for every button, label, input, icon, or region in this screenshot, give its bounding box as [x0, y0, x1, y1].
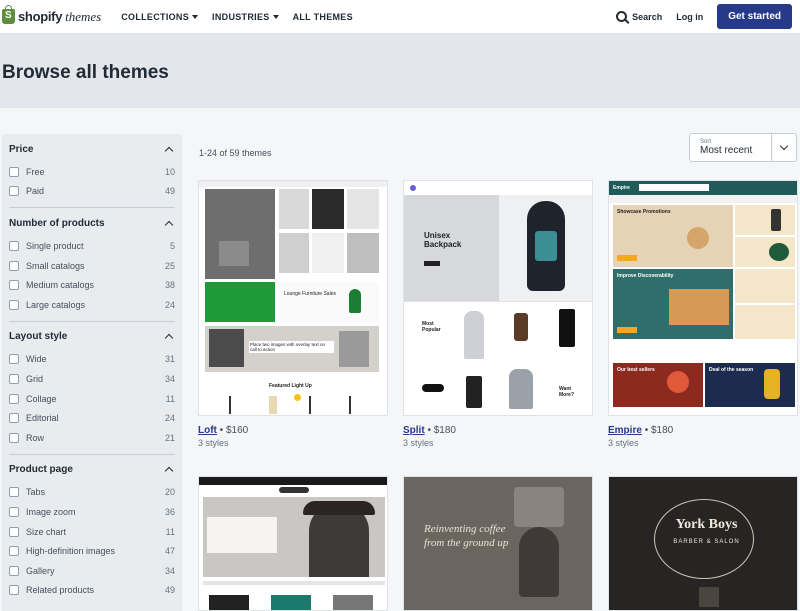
chevron-up-icon — [164, 146, 174, 155]
checkbox[interactable] — [9, 373, 19, 384]
filter-option[interactable]: Wide 31 — [9, 350, 175, 370]
theme-thumbnail[interactable]: Unisex Backpack Most Popular Want More? — [403, 180, 593, 416]
nav-industries[interactable]: INDUSTRIES — [212, 12, 279, 22]
checkbox[interactable] — [9, 393, 19, 404]
filter-header[interactable]: Product page — [9, 463, 175, 477]
nav-collections[interactable]: COLLECTIONS — [121, 12, 199, 22]
checkbox[interactable] — [9, 299, 19, 310]
page-title: Browse all themes — [2, 62, 169, 83]
checkbox[interactable] — [9, 546, 19, 557]
checkbox[interactable] — [9, 186, 19, 197]
filter-option[interactable]: Tabs 20 — [9, 483, 175, 503]
logo-brand: shopify — [18, 9, 63, 24]
checkbox[interactable] — [9, 565, 19, 576]
theme-thumbnail[interactable]: Lounge Furniture Sales Place two images … — [198, 180, 388, 416]
theme-thumbnail[interactable]: Reinventing coffee from the ground up — [403, 476, 593, 611]
filter-option[interactable]: Grid 34 — [9, 369, 175, 389]
filter-option[interactable]: Large catalogs 24 — [9, 295, 175, 315]
checkbox[interactable] — [9, 240, 19, 251]
caret-down-icon — [192, 14, 199, 19]
theme-card-row2-2[interactable]: Reinventing coffee from the ground up — [403, 476, 593, 611]
filter-product-page: Product page Tabs 20 Image zoom 36 Size ch… — [9, 455, 175, 607]
filter-header[interactable]: Number of products — [9, 216, 175, 230]
checkbox[interactable] — [9, 585, 19, 596]
filter-option[interactable]: Small catalogs 25 — [9, 256, 175, 276]
top-nav: shopify themes COLLECTIONS INDUSTRIES AL… — [0, 0, 800, 34]
theme-card-row2-3[interactable]: York Boys BARBER & SALON — [608, 476, 798, 611]
search-button[interactable]: Search — [616, 11, 662, 22]
chevron-up-icon — [164, 466, 174, 476]
sort-select[interactable]: Sort Most recent — [689, 133, 797, 162]
theme-name-link[interactable]: Loft — [198, 425, 217, 436]
theme-styles: 3 styles — [198, 438, 229, 448]
get-started-button[interactable]: Get started — [717, 4, 792, 29]
filter-option[interactable]: Editorial 24 — [9, 408, 175, 428]
chevron-up-icon — [164, 333, 174, 343]
filter-number-of-products: Number of products Single product 5 Small… — [9, 208, 175, 322]
theme-card-split[interactable]: Unisex Backpack Most Popular Want More? … — [403, 180, 593, 448]
checkbox[interactable] — [9, 280, 19, 291]
filter-option[interactable]: Single product 5 — [9, 236, 175, 256]
filter-option[interactable]: High-definition images 47 — [9, 541, 175, 561]
shopify-themes-logo[interactable]: shopify themes — [2, 5, 102, 25]
logo-suffix: themes — [65, 8, 102, 24]
shopify-bag-icon — [2, 5, 15, 24]
filter-option[interactable]: Paid 49 — [9, 182, 175, 202]
caret-down-icon — [272, 14, 279, 19]
theme-card-loft[interactable]: Lounge Furniture Sales Place two images … — [198, 180, 388, 448]
filter-layout-style: Layout style Wide 31 Grid 34 Collage 11 Edi… — [9, 322, 175, 455]
checkbox[interactable] — [9, 413, 19, 424]
theme-name-link[interactable]: Empire — [608, 425, 642, 436]
filter-option[interactable]: Image zoom 36 — [9, 502, 175, 522]
filter-option[interactable]: Size chart 11 — [9, 522, 175, 542]
filter-option[interactable]: Related products 49 — [9, 581, 175, 601]
search-icon — [616, 11, 628, 22]
chevron-down-icon — [779, 141, 789, 150]
filter-header[interactable]: Price — [9, 142, 175, 156]
checkbox[interactable] — [9, 526, 19, 537]
checkbox[interactable] — [9, 354, 19, 365]
theme-styles: 3 styles — [403, 438, 434, 448]
checkbox[interactable] — [9, 166, 19, 177]
filter-option[interactable]: Gallery 34 — [9, 561, 175, 581]
filter-header[interactable]: Layout style — [9, 330, 175, 344]
theme-name-link[interactable]: Split — [403, 425, 425, 436]
checkbox[interactable] — [9, 506, 19, 517]
checkbox[interactable] — [9, 487, 19, 498]
filter-option[interactable]: Medium catalogs 38 — [9, 275, 175, 295]
nav-all-themes[interactable]: ALL THEMES — [293, 12, 353, 22]
page-banner: Browse all themes — [0, 34, 800, 108]
filter-option[interactable]: Collage 11 — [9, 389, 175, 409]
theme-thumbnail[interactable] — [198, 476, 388, 611]
theme-card-row2-1[interactable] — [198, 476, 388, 611]
theme-styles: 3 styles — [608, 438, 639, 448]
primary-nav: COLLECTIONS INDUSTRIES ALL THEMES — [121, 12, 353, 22]
filter-option[interactable]: Free 10 — [9, 162, 175, 182]
theme-card-empire[interactable]: Empire Showcase Promotions Improve Disco… — [608, 180, 798, 448]
checkbox[interactable] — [9, 260, 19, 271]
results-count: 1-24 of 59 themes — [199, 148, 272, 158]
filter-sidebar: Price Free 10 Paid 49 Number of products S… — [2, 134, 182, 611]
theme-thumbnail[interactable]: Empire Showcase Promotions Improve Disco… — [608, 180, 798, 416]
theme-thumbnail[interactable]: York Boys BARBER & SALON — [608, 476, 798, 611]
checkbox[interactable] — [9, 432, 19, 443]
filter-option[interactable]: Row 21 — [9, 428, 175, 448]
chevron-up-icon — [164, 220, 174, 229]
filter-price: Price Free 10 Paid 49 — [9, 134, 175, 209]
login-link[interactable]: Log in — [676, 12, 703, 22]
